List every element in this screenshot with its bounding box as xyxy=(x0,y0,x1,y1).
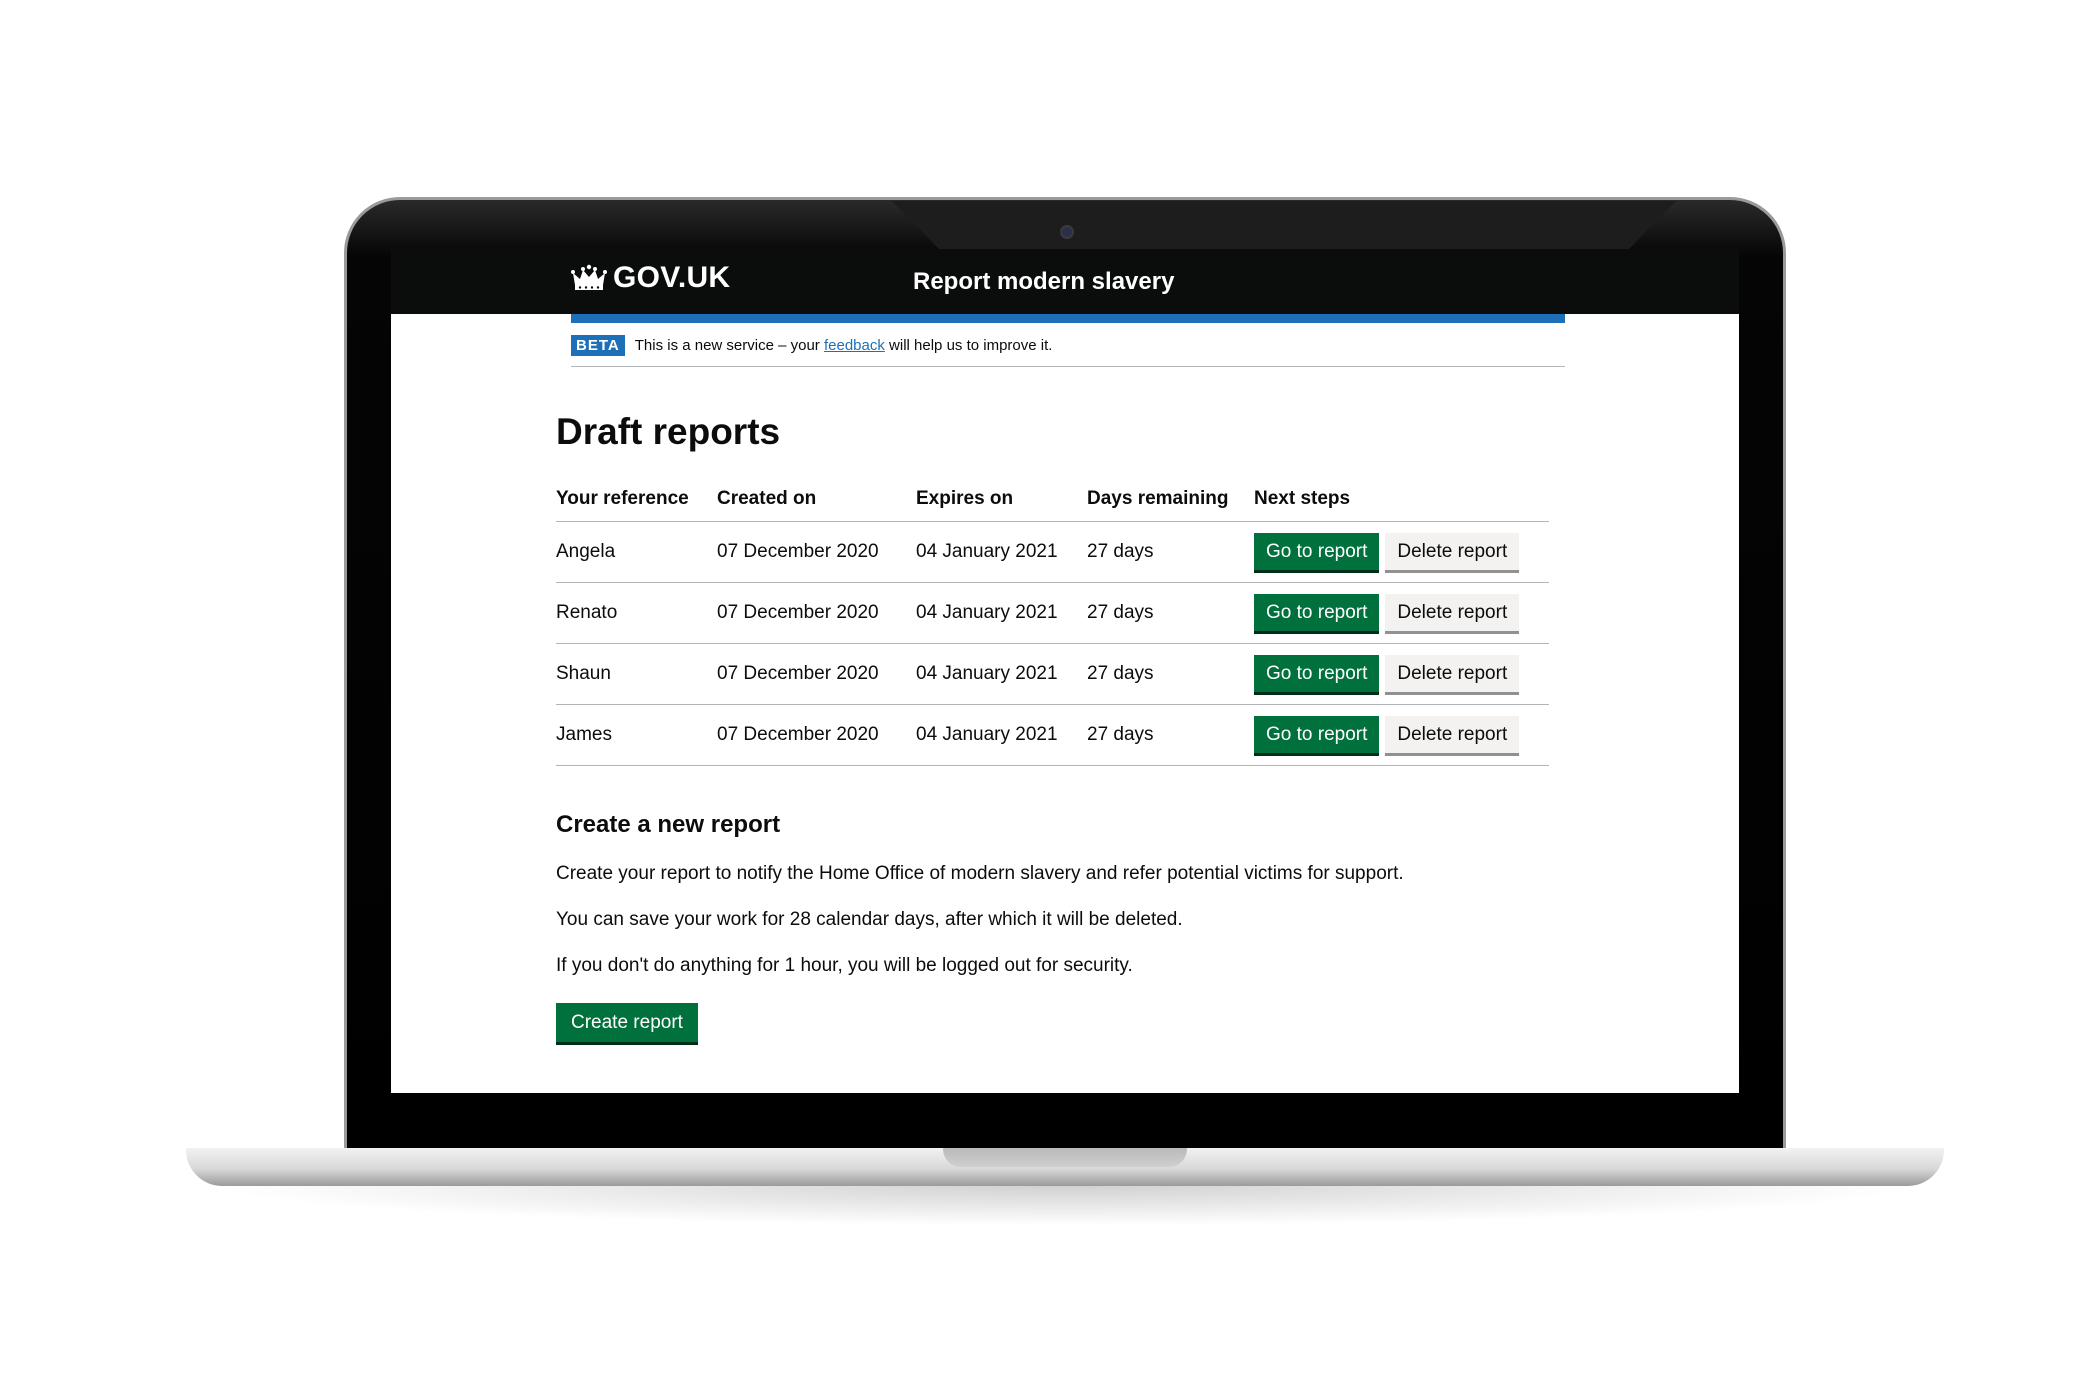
delete-report-button[interactable]: Delete report xyxy=(1385,715,1520,753)
go-to-report-button[interactable]: Go to report xyxy=(1254,593,1380,631)
delete-report-button[interactable]: Delete report xyxy=(1385,654,1520,692)
laptop-base-notch xyxy=(943,1148,1187,1167)
phase-text-before: This is a new service – your xyxy=(634,337,824,354)
cell-next-steps: Go to report Delete report xyxy=(1254,704,1549,766)
camera-icon xyxy=(1060,225,1074,239)
browser-screen: GOV.UK Report modern slavery BETA This i… xyxy=(391,249,1739,1093)
cell-expires: 04 January 2021 xyxy=(916,704,1087,766)
cell-next-steps: Go to report Delete report xyxy=(1254,643,1549,705)
cell-reference: Angela xyxy=(556,521,717,583)
save-work-paragraph: You can save your work for 28 calendar d… xyxy=(556,909,1183,930)
draft-reports-table: Your reference Created on Expires on Day… xyxy=(556,477,1549,766)
cell-next-steps: Go to report Delete report xyxy=(1254,521,1549,583)
table-row: Renato 07 December 2020 04 January 2021 … xyxy=(556,582,1549,644)
feedback-link[interactable]: feedback xyxy=(824,337,885,354)
column-header-days-remaining: Days remaining xyxy=(1087,477,1254,522)
table-header-row: Your reference Created on Expires on Day… xyxy=(556,477,1549,522)
go-to-report-button[interactable]: Go to report xyxy=(1254,715,1380,753)
table-row: Shaun 07 December 2020 04 January 2021 2… xyxy=(556,643,1549,705)
delete-report-button[interactable]: Delete report xyxy=(1385,593,1520,631)
create-report-button[interactable]: Create report xyxy=(556,1003,698,1042)
cell-created: 07 December 2020 xyxy=(717,643,916,705)
column-header-created: Created on xyxy=(717,477,916,522)
laptop-shadow xyxy=(210,1186,1920,1226)
cell-expires: 04 January 2021 xyxy=(916,521,1087,583)
cell-days-remaining: 27 days xyxy=(1087,704,1254,766)
go-to-report-button[interactable]: Go to report xyxy=(1254,532,1380,570)
delete-report-button[interactable]: Delete report xyxy=(1385,532,1520,570)
column-header-expires: Expires on xyxy=(916,477,1087,522)
cell-created: 07 December 2020 xyxy=(717,704,916,766)
header-blue-bar xyxy=(571,314,1565,323)
cell-created: 07 December 2020 xyxy=(717,582,916,644)
cell-days-remaining: 27 days xyxy=(1087,643,1254,705)
phase-banner: BETA This is a new service – your feedba… xyxy=(571,333,1565,367)
cell-expires: 04 January 2021 xyxy=(916,582,1087,644)
govuk-logo-link[interactable]: GOV.UK xyxy=(571,261,730,295)
crown-icon xyxy=(571,264,607,290)
cell-next-steps: Go to report Delete report xyxy=(1254,582,1549,644)
service-name-link[interactable]: Report modern slavery xyxy=(913,268,1174,296)
cell-expires: 04 January 2021 xyxy=(916,643,1087,705)
column-header-reference: Your reference xyxy=(556,477,717,522)
govuk-header: GOV.UK Report modern slavery xyxy=(391,249,1739,314)
cell-days-remaining: 27 days xyxy=(1087,521,1254,583)
column-header-next-steps: Next steps xyxy=(1254,477,1549,522)
cell-created: 07 December 2020 xyxy=(717,521,916,583)
phase-text-after: will help us to improve it. xyxy=(884,337,1053,354)
cell-reference: Shaun xyxy=(556,643,717,705)
create-report-paragraph: Create your report to notify the Home Of… xyxy=(556,863,1404,884)
table-row: James 07 December 2020 04 January 2021 2… xyxy=(556,704,1549,766)
cell-days-remaining: 27 days xyxy=(1087,582,1254,644)
phase-banner-text: This is a new service – your feedback wi… xyxy=(635,337,1053,354)
logo-text: GOV.UK xyxy=(613,261,731,294)
create-report-heading: Create a new report xyxy=(556,811,781,838)
go-to-report-button[interactable]: Go to report xyxy=(1254,654,1380,692)
beta-tag: BETA xyxy=(571,335,625,356)
table-row: Angela 07 December 2020 04 January 2021 … xyxy=(556,521,1549,583)
cell-reference: Renato xyxy=(556,582,717,644)
page-title: Draft reports xyxy=(556,411,781,452)
cell-reference: James xyxy=(556,704,717,766)
logout-paragraph: If you don't do anything for 1 hour, you… xyxy=(556,955,1133,976)
